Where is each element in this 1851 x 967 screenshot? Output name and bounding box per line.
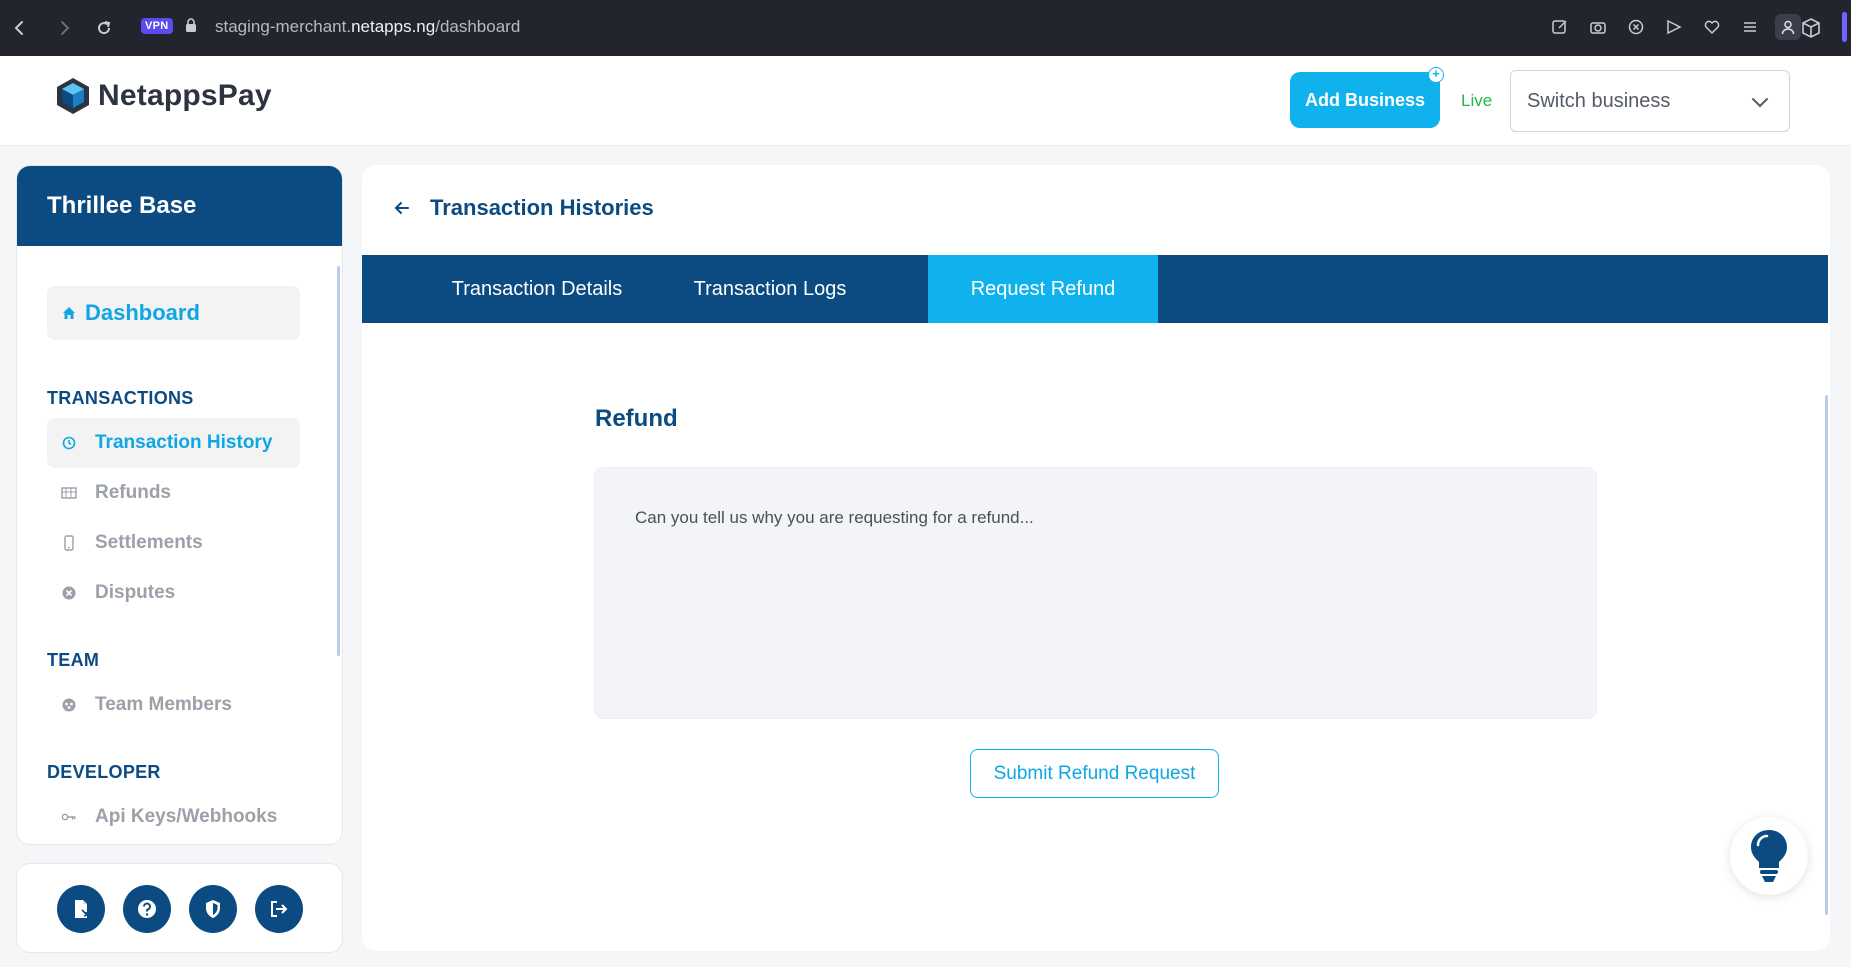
document-icon [75,900,89,918]
switch-business-select[interactable]: Switch business [1510,70,1790,132]
section-title-developer: DEVELOPER [47,762,161,782]
sidebar-item-api-keys[interactable]: Api Keys/Webhooks [47,792,300,842]
browser-toolbar: VPN staging-merchant.netapps.ng/dashboar… [0,0,1851,56]
logout-icon [271,901,288,917]
camera-icon[interactable] [1585,14,1611,40]
sidebar-scrollbar[interactable] [337,266,340,656]
logout-button[interactable] [255,885,303,933]
main-panel: Transaction Histories Transaction Detail… [362,165,1830,951]
sidebar-item-label: Team Members [95,694,232,715]
logo-text: NetappsPay [98,79,272,112]
cancel-circle-icon [61,585,77,601]
app-header: NetappsPay Add Business + Live Switch bu… [0,56,1851,146]
lock-icon[interactable] [185,18,197,32]
logo-cube-icon [57,78,89,114]
home-icon [63,307,75,319]
history-icon [61,435,77,451]
shield-block-icon[interactable] [1623,14,1649,40]
send-icon[interactable] [1661,14,1687,40]
help-button[interactable] [123,885,171,933]
page-header: Transaction Histories [392,195,654,221]
submit-refund-button[interactable]: Submit Refund Request [970,749,1219,798]
main-scrollbar[interactable] [1825,395,1828,915]
tips-button[interactable] [1730,817,1808,895]
url-prefix: staging-merchant. [215,17,352,36]
heart-icon[interactable] [1699,14,1725,40]
business-name: Thrillee Base [47,192,197,219]
sidebar-item-label: Disputes [95,582,176,603]
shield-icon [206,900,220,918]
sidebar-item-label: Api Keys/Webhooks [95,806,278,827]
document-button[interactable] [57,885,105,933]
section-title-transactions: TRANSACTIONS [47,388,194,408]
sidebar-toggle[interactable] [1842,12,1847,42]
refund-heading: Refund [595,405,678,432]
address-bar[interactable]: staging-merchant.netapps.ng/dashboard [215,17,520,37]
sidebar-footer-actions [16,863,343,953]
sidebar-item-label: Transaction History [95,432,273,453]
question-icon [138,900,156,918]
sidebar-item-refunds[interactable]: Refunds [47,468,300,518]
refund-reason-textarea[interactable] [594,467,1597,719]
sidebar: Thrillee Base Dashboard TRANSACTIONS Tra… [16,165,343,845]
page-title: Transaction Histories [430,195,654,220]
key-icon [61,809,77,825]
sidebar-item-team-members[interactable]: Team Members [47,680,300,730]
edit-icon[interactable] [1547,14,1573,40]
add-business-button[interactable]: Add Business [1290,72,1440,128]
sidebar-item-settlements[interactable]: Settlements [47,518,300,568]
switch-business-placeholder: Switch business [1527,89,1671,112]
sidebar-item-label: Dashboard [85,300,200,325]
team-icon [61,697,77,713]
tab-transaction-details[interactable]: Transaction Details [422,255,652,323]
profile-icon[interactable] [1775,14,1801,40]
sidebar-item-label: Settlements [95,532,203,553]
live-mode-label[interactable]: Live [1461,91,1492,111]
refund-grid-icon [61,485,77,501]
vpn-badge[interactable]: VPN [141,18,173,34]
back-icon[interactable] [8,16,32,40]
reload-icon[interactable] [92,16,116,40]
tab-request-refund[interactable]: Request Refund [928,255,1158,323]
url-domain: netapps.ng [351,17,436,36]
logo[interactable]: NetappsPay [54,76,272,116]
add-plus-icon[interactable]: + [1428,67,1444,83]
phone-icon [61,535,77,551]
sidebar-item-disputes[interactable]: Disputes [47,568,300,618]
back-arrow-icon[interactable] [392,198,412,218]
lightbulb-icon [1751,830,1787,882]
extensions-box-icon[interactable] [1799,16,1823,40]
tab-transaction-logs[interactable]: Transaction Logs [652,255,888,323]
url-path: /dashboard [435,17,521,36]
sidebar-item-dashboard[interactable]: Dashboard [47,286,300,340]
tab-bar: Transaction Details Transaction Logs Req… [362,255,1828,323]
menu-settings-icon[interactable] [1737,14,1763,40]
chevron-down-icon [1752,98,1768,108]
section-title-team: TEAM [47,650,100,670]
sidebar-item-label: Refunds [95,482,171,503]
sidebar-header: Thrillee Base [17,166,342,246]
security-button[interactable] [189,885,237,933]
sidebar-item-transaction-history[interactable]: Transaction History [47,418,300,468]
forward-icon[interactable] [52,16,76,40]
